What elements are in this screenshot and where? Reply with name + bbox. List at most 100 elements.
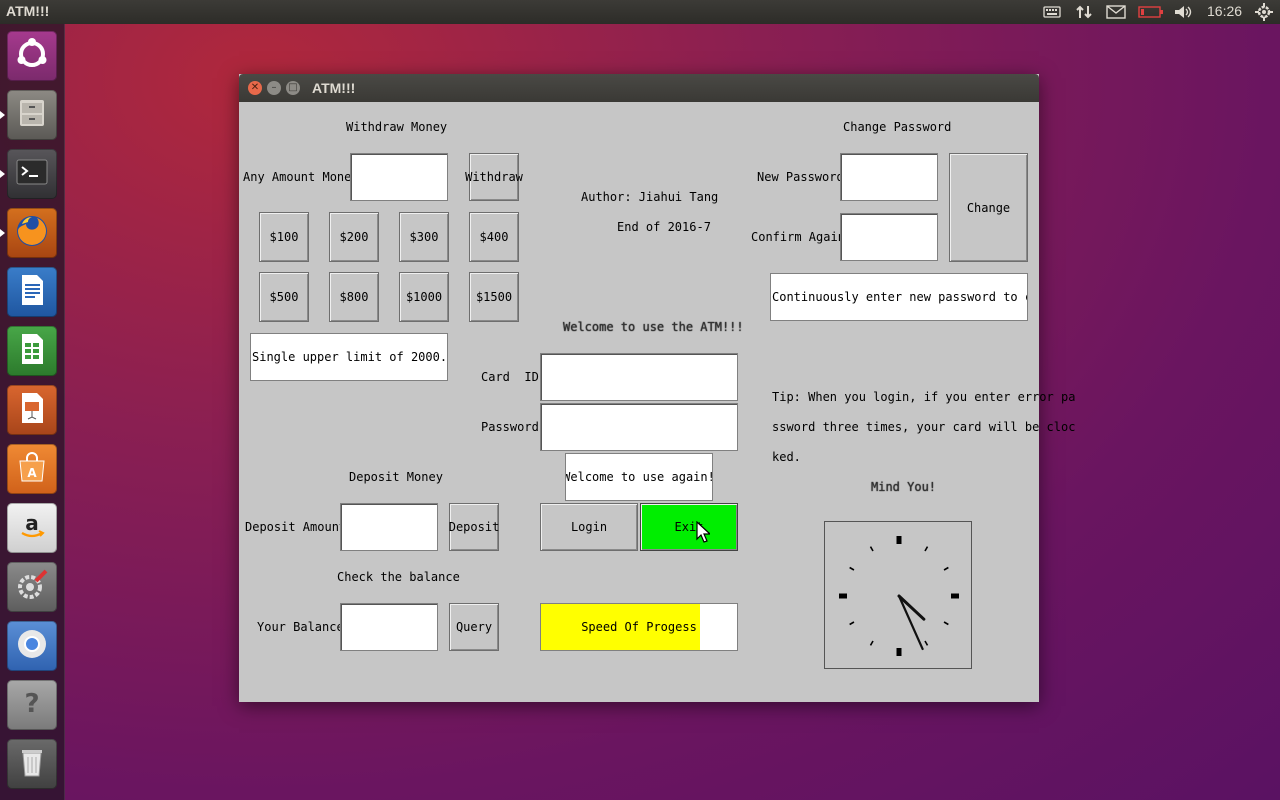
window-titlebar[interactable]: ✕ – □ ATM!!! bbox=[239, 74, 1039, 102]
clock-second-hand bbox=[898, 595, 924, 650]
author-line: Author: Jiahui Tang bbox=[581, 190, 719, 204]
deposit-amount-label: Deposit Amount: bbox=[245, 520, 354, 534]
question-mark-icon: ? bbox=[14, 685, 50, 725]
svg-text:?: ? bbox=[24, 689, 39, 719]
network-icon[interactable] bbox=[1074, 2, 1094, 22]
ubuntu-logo-icon bbox=[14, 36, 50, 76]
impress-button[interactable] bbox=[7, 385, 57, 435]
running-indicator bbox=[0, 170, 5, 178]
quick-amount-button[interactable]: $1500 bbox=[469, 272, 519, 322]
mouse-pointer-icon bbox=[696, 520, 712, 546]
battery-icon[interactable] bbox=[1138, 2, 1164, 22]
login-button[interactable]: Login bbox=[540, 503, 638, 551]
tip-line: ssword three times, your card will be cl… bbox=[772, 420, 1076, 434]
any-amount-label: Any Amount Money: bbox=[243, 170, 366, 184]
new-password-label: New Password: bbox=[757, 170, 851, 184]
clock-face-icon bbox=[839, 536, 959, 656]
quick-amount-button[interactable]: $500 bbox=[259, 272, 309, 322]
any-amount-input[interactable] bbox=[350, 153, 448, 201]
minimize-icon[interactable]: – bbox=[267, 81, 281, 95]
analog-clock bbox=[824, 521, 972, 669]
new-password-input[interactable] bbox=[840, 153, 938, 201]
balance-label: Your Balance: bbox=[257, 620, 351, 634]
svg-text:A: A bbox=[27, 466, 37, 480]
password-label: Password: bbox=[481, 420, 547, 434]
clock[interactable]: 16:26 bbox=[1207, 3, 1242, 19]
document-icon bbox=[14, 272, 50, 312]
active-app-title: ATM!!! bbox=[6, 3, 50, 19]
withdraw-limit-text: Single upper limit of 2000. bbox=[252, 350, 448, 364]
mail-icon[interactable] bbox=[1105, 2, 1127, 22]
window-content: Withdraw Money Any Amount Money: Withdra… bbox=[239, 102, 1075, 702]
deposit-heading: Deposit Money bbox=[349, 470, 443, 484]
top-panel: ATM!!! 16:26 bbox=[0, 0, 1280, 24]
quick-amount-button[interactable]: $200 bbox=[329, 212, 379, 262]
settings-wrench-icon bbox=[14, 567, 50, 607]
clock-hour-hand bbox=[897, 594, 926, 621]
clock-tick bbox=[943, 621, 949, 626]
clock-tick bbox=[869, 640, 874, 646]
chromium-button[interactable] bbox=[7, 621, 57, 671]
progress-bar: Speed Of Progess bbox=[540, 603, 738, 651]
tip-line: Tip: When you login, if you enter error … bbox=[772, 390, 1076, 404]
launcher: A a ? bbox=[0, 24, 65, 800]
quick-amount-button[interactable]: $100 bbox=[259, 212, 309, 262]
gear-icon[interactable] bbox=[1254, 2, 1274, 22]
quick-amount-button[interactable]: $1000 bbox=[399, 272, 449, 322]
chromium-icon bbox=[14, 626, 50, 666]
terminal-button[interactable] bbox=[7, 149, 57, 199]
clock-tick bbox=[849, 621, 855, 626]
close-icon[interactable]: ✕ bbox=[248, 81, 262, 95]
change-password-text: Continuously enter new password to chang… bbox=[772, 290, 1027, 304]
trash-icon bbox=[14, 744, 50, 784]
quick-amount-button[interactable]: $800 bbox=[329, 272, 379, 322]
exit-button[interactable]: Exit bbox=[640, 503, 738, 551]
deposit-button[interactable]: Deposit bbox=[449, 503, 499, 551]
login-message-text: Welcome to use again! bbox=[565, 470, 713, 484]
amazon-button[interactable]: a bbox=[7, 503, 57, 553]
clock-tick bbox=[943, 566, 949, 571]
clock-tick bbox=[849, 566, 855, 571]
password-input[interactable] bbox=[540, 403, 738, 451]
atm-window: ✕ – □ ATM!!! Withdraw Money Any Amount M… bbox=[239, 74, 1075, 702]
volume-icon[interactable] bbox=[1172, 2, 1194, 22]
quick-amount-button[interactable]: $300 bbox=[399, 212, 449, 262]
login-message: Welcome to use again! bbox=[565, 453, 713, 501]
maximize-icon[interactable]: □ bbox=[286, 81, 300, 95]
spreadsheet-icon bbox=[14, 331, 50, 371]
running-indicator bbox=[0, 229, 5, 237]
software-center-button[interactable]: A bbox=[7, 444, 57, 494]
running-indicator bbox=[0, 111, 5, 119]
deposit-amount-input[interactable] bbox=[340, 503, 438, 551]
confirm-password-input[interactable] bbox=[840, 213, 938, 261]
change-password-button[interactable]: Change bbox=[949, 153, 1028, 262]
clock-tick bbox=[924, 640, 929, 646]
card-id-input[interactable] bbox=[540, 353, 738, 401]
help-button[interactable]: ? bbox=[7, 680, 57, 730]
withdraw-button[interactable]: Withdraw bbox=[465, 153, 523, 201]
presentation-icon bbox=[14, 390, 50, 430]
welcome-heading: Welcome to use the ATM!!! bbox=[563, 320, 744, 334]
card-id-label: Card ID: bbox=[481, 370, 547, 384]
firefox-icon bbox=[13, 212, 51, 254]
quick-amount-button[interactable]: $400 bbox=[469, 212, 519, 262]
firefox-button[interactable] bbox=[7, 208, 57, 258]
balance-heading: Check the balance bbox=[337, 570, 460, 584]
system-settings-button[interactable] bbox=[7, 562, 57, 612]
ubuntu-dash-button[interactable] bbox=[7, 31, 57, 81]
progress-label: Speed Of Progess bbox=[581, 620, 697, 634]
trash-button[interactable] bbox=[7, 739, 57, 789]
calc-button[interactable] bbox=[7, 326, 57, 376]
terminal-icon bbox=[14, 154, 50, 194]
change-password-heading: Change Password bbox=[843, 120, 952, 134]
writer-button[interactable] bbox=[7, 267, 57, 317]
date-line: End of 2016-7 bbox=[617, 220, 711, 234]
files-button[interactable] bbox=[7, 90, 57, 140]
balance-output[interactable] bbox=[340, 603, 438, 651]
tip-line: ked. bbox=[772, 450, 801, 464]
keyboard-icon[interactable] bbox=[1042, 2, 1062, 22]
query-button[interactable]: Query bbox=[449, 603, 499, 651]
file-cabinet-icon bbox=[14, 95, 50, 135]
window-title: ATM!!! bbox=[312, 80, 356, 96]
clock-tick bbox=[869, 546, 874, 552]
